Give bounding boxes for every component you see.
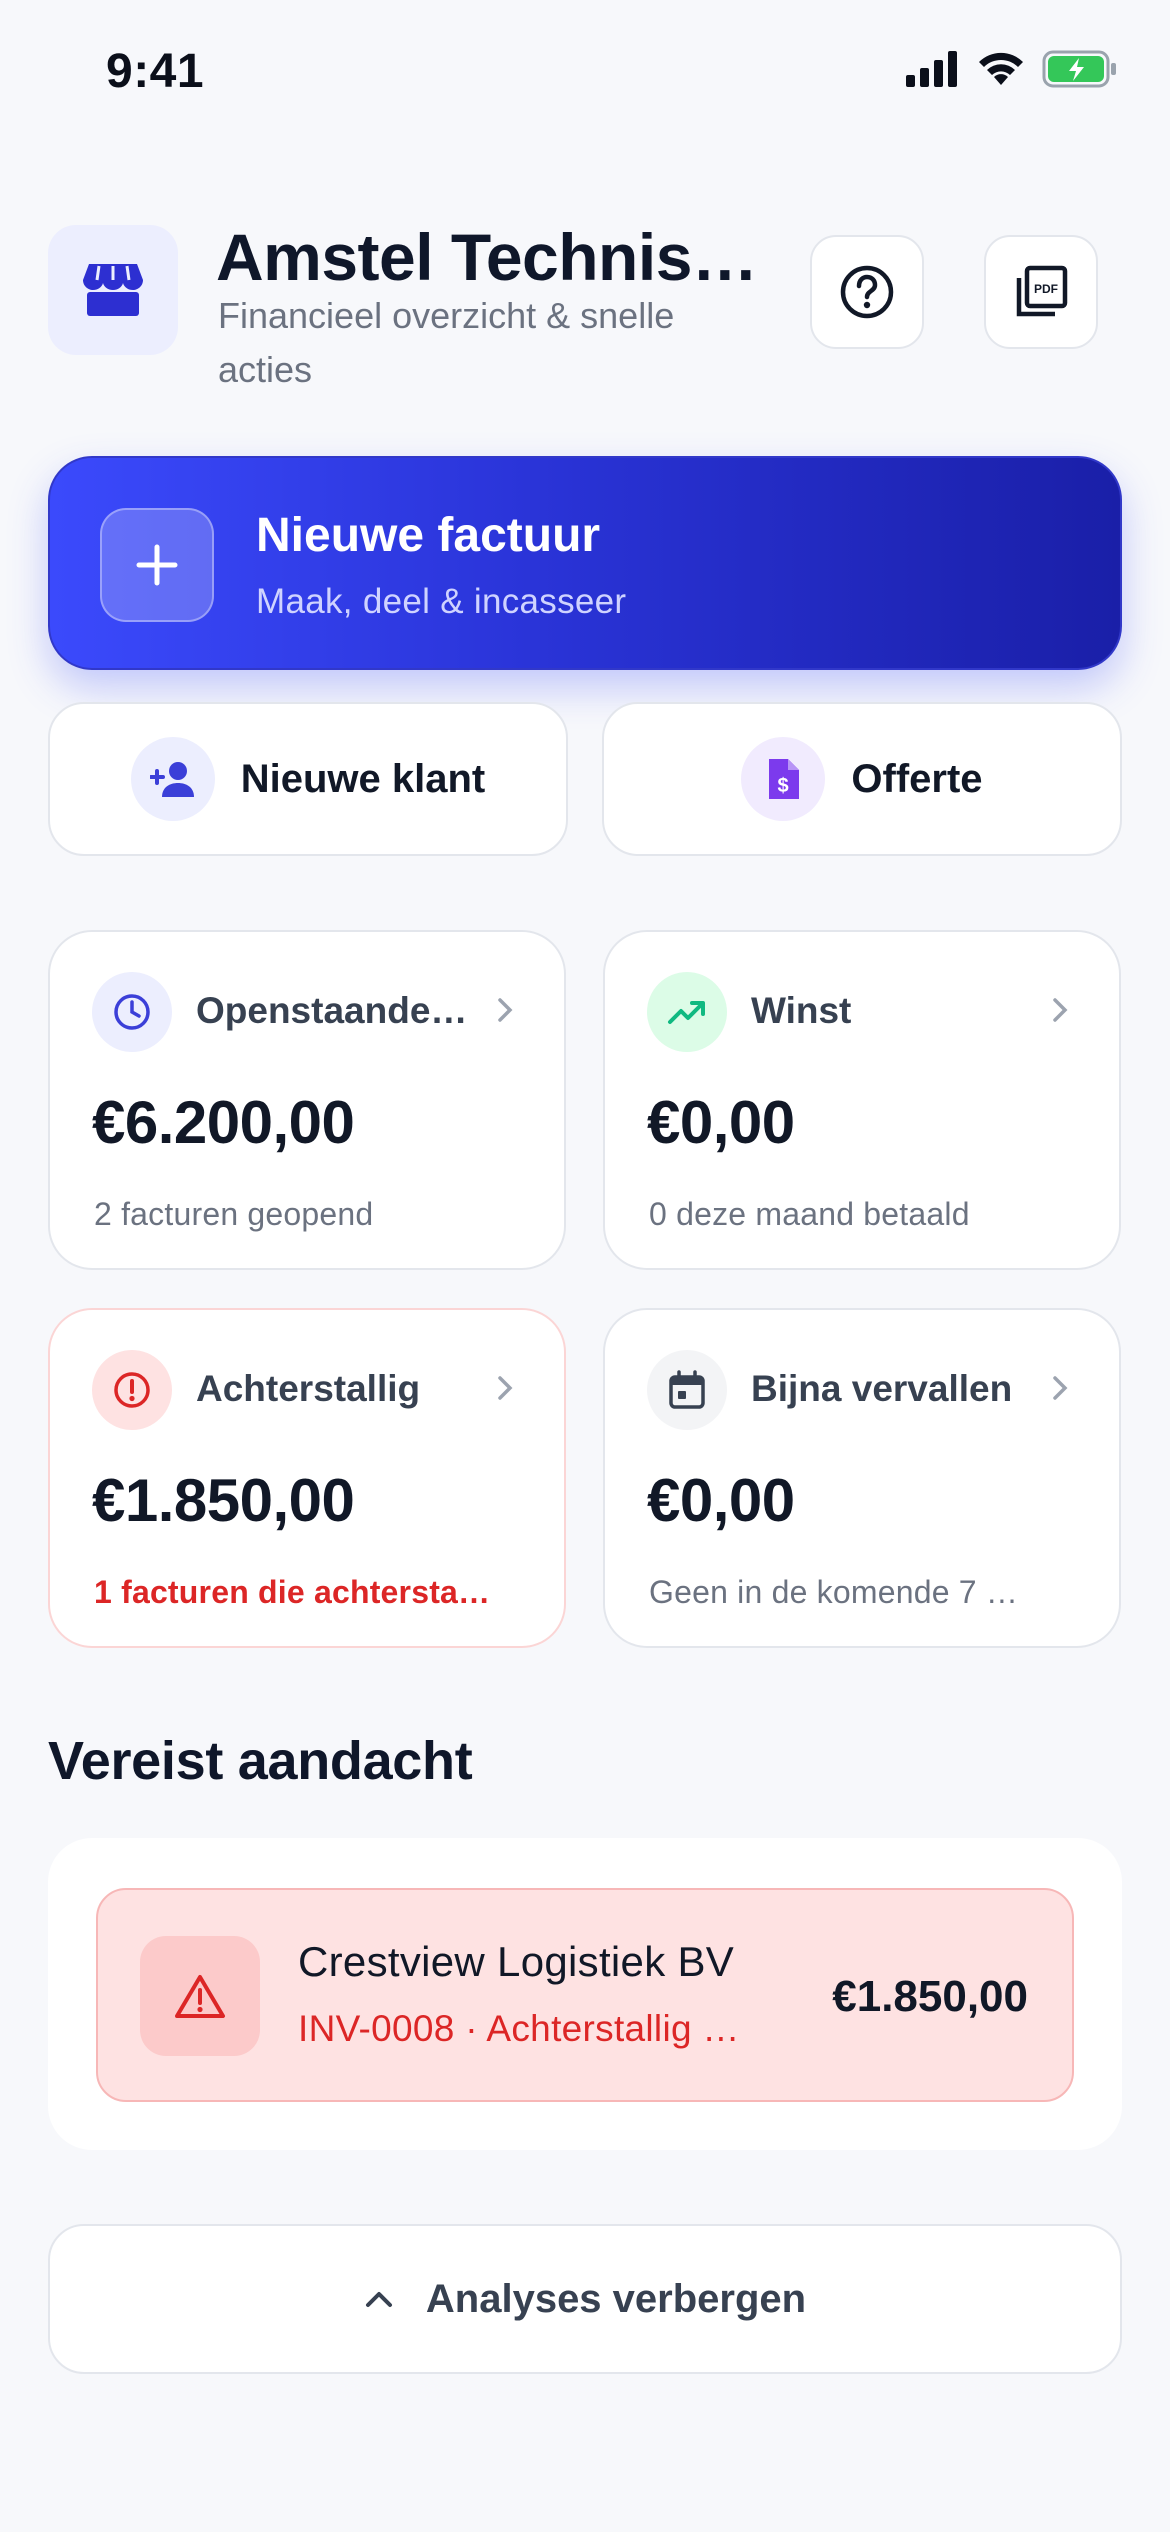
stat-footer: 2 facturen geopend [94, 1196, 374, 1232]
status-bar: 9:41 [0, 0, 1170, 150]
alert-circle-icon [92, 1350, 172, 1430]
app-screen: 9:41 Amstel Technis… Financieel overzich… [0, 0, 1170, 2532]
status-icons [906, 50, 1118, 88]
battery-charging-icon [1042, 50, 1116, 88]
help-circle-icon [840, 265, 894, 319]
stat-label: Winst [751, 990, 852, 1031]
plus-icon-tile [100, 508, 214, 622]
hide-analyses-button[interactable]: Analyses verbergen [48, 2224, 1122, 2374]
hide-analyses-label: Analyses verbergen [425, 2276, 807, 2321]
page-subtitle: Financieel overzicht & snelle acties [218, 295, 675, 390]
attention-section-title: Vereist aandacht [48, 1731, 473, 1791]
trending-up-icon [647, 972, 727, 1052]
svg-text:$: $ [778, 775, 789, 797]
store-logo [48, 225, 178, 355]
stat-card-overdue[interactable]: Achterstallig €1.850,00 1 facturen die a… [48, 1308, 566, 1648]
attention-card: Crestview Logistiek BV INV-0008 · Achter… [48, 1838, 1122, 2150]
invoice-dollar-icon: $ [741, 737, 826, 821]
wifi-icon [979, 52, 1023, 85]
stat-card-due-soon[interactable]: Bijna vervallen €0,00 Geen in de komende… [603, 1308, 1121, 1648]
stat-value: €0,00 [647, 1089, 795, 1156]
plus-icon [136, 544, 178, 586]
warning-triangle-icon [140, 1936, 260, 2056]
stat-label: Openstaande… [196, 990, 468, 1031]
quote-label: Offerte [851, 756, 983, 801]
new-invoice-title: Nieuwe factuur [256, 509, 601, 562]
stat-label: Bijna vervallen [751, 1368, 1013, 1409]
attention-client-name: Crestview Logistiek BV [298, 1938, 735, 1985]
stat-value: €6.200,00 [92, 1089, 355, 1156]
status-time: 9:41 [106, 45, 205, 98]
stat-footer: 0 deze maand betaald [649, 1196, 970, 1232]
chevron-right-icon [1053, 998, 1068, 1022]
attention-amount: €1.850,00 [832, 1972, 1028, 2021]
storefront-icon [83, 264, 143, 316]
clock-icon [92, 972, 172, 1052]
chevron-right-icon [498, 998, 513, 1022]
header: Amstel Technis… Financieel overzicht & s… [48, 220, 1122, 395]
stat-footer: Geen in de komende 7 … [649, 1574, 1019, 1610]
new-invoice-button[interactable]: Nieuwe factuur Maak, deel & incasseer [48, 456, 1122, 670]
stat-label: Achterstallig [196, 1368, 421, 1409]
stat-value: €1.850,00 [92, 1467, 355, 1534]
new-client-button[interactable]: Nieuwe klant [48, 702, 568, 856]
chevron-up-icon [365, 2292, 392, 2307]
calendar-icon [647, 1350, 727, 1430]
stat-footer: 1 facturen die achtersta… [94, 1574, 491, 1610]
svg-text:PDF: PDF [1034, 282, 1058, 296]
stat-value: €0,00 [647, 1467, 795, 1534]
chevron-right-icon [1053, 1376, 1068, 1400]
attention-invoice-meta: INV-0008 · Achterstallig … [298, 2008, 740, 2049]
new-client-label: Nieuwe klant [240, 756, 486, 801]
stat-card-profit[interactable]: Winst €0,00 0 deze maand betaald [603, 930, 1121, 1270]
stat-card-outstanding[interactable]: Openstaande… €6.200,00 2 facturen geopen… [48, 930, 566, 1270]
quote-button[interactable]: $ Offerte [602, 702, 1122, 856]
person-add-icon [130, 737, 215, 821]
page-title: Amstel Technis… [216, 220, 758, 294]
chevron-right-icon [498, 1376, 513, 1400]
pdf-file-icon: PDF [1016, 265, 1068, 317]
cellular-signal-icon [906, 51, 957, 87]
export-pdf-button[interactable]: PDF [984, 235, 1098, 349]
attention-item[interactable]: Crestview Logistiek BV INV-0008 · Achter… [96, 1888, 1074, 2102]
help-button[interactable] [810, 235, 924, 349]
new-invoice-subtitle: Maak, deel & incasseer [256, 582, 627, 621]
